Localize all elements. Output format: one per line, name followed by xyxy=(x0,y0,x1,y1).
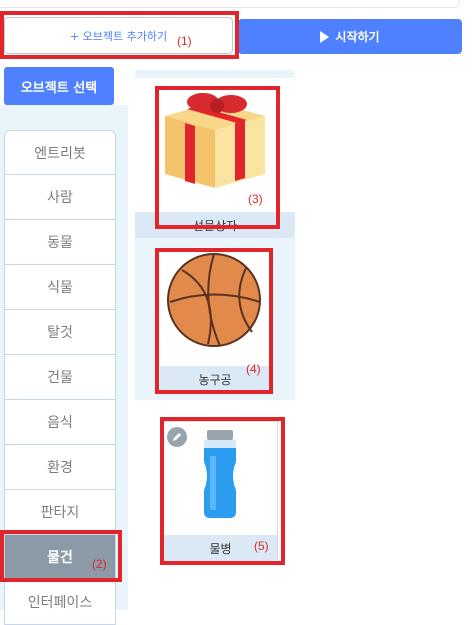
annotation-label-4: (4) xyxy=(246,362,261,376)
category-entrybot[interactable]: 엔트리봇 xyxy=(4,130,116,175)
add-object-label: + 오브젝트 추가하기 xyxy=(69,29,168,43)
annotation-label-2: (2) xyxy=(92,557,107,571)
start-button[interactable]: 시작하기 xyxy=(238,19,462,54)
category-list: 엔트리봇 사람 동물 식물 탈것 건물 음식 환경 판타지 물건 인터페이스 xyxy=(4,130,116,625)
object-card-gift-box[interactable]: 선물상자 xyxy=(135,78,295,238)
tab-object-select[interactable]: 오브젝트 선택 xyxy=(4,67,114,105)
object-name: 선물상자 xyxy=(135,212,295,238)
start-label: 시작하기 xyxy=(335,30,380,44)
annotation-label-3: (3) xyxy=(248,192,263,206)
category-food[interactable]: 음식 xyxy=(4,400,116,445)
play-icon xyxy=(320,30,330,43)
annotation-label-1: (1) xyxy=(177,34,192,48)
water-bottle-icon xyxy=(204,430,236,518)
annotation-label-5: (5) xyxy=(254,539,269,553)
category-environment[interactable]: 환경 xyxy=(4,445,116,490)
category-vehicles[interactable]: 탈것 xyxy=(4,310,116,355)
category-people[interactable]: 사람 xyxy=(4,175,116,220)
category-buildings[interactable]: 건물 xyxy=(4,355,116,400)
category-plants[interactable]: 식물 xyxy=(4,265,116,310)
category-animals[interactable]: 동물 xyxy=(4,220,116,265)
top-strip xyxy=(0,0,460,8)
add-object-button[interactable]: + 오브젝트 추가하기 xyxy=(4,17,233,54)
basketball-icon xyxy=(167,253,261,347)
gift-box-icon xyxy=(165,93,265,188)
tab-object-select-label: 오브젝트 선택 xyxy=(20,80,98,96)
category-fantasy[interactable]: 판타지 xyxy=(4,490,116,535)
category-interface[interactable]: 인터페이스 xyxy=(4,580,116,625)
